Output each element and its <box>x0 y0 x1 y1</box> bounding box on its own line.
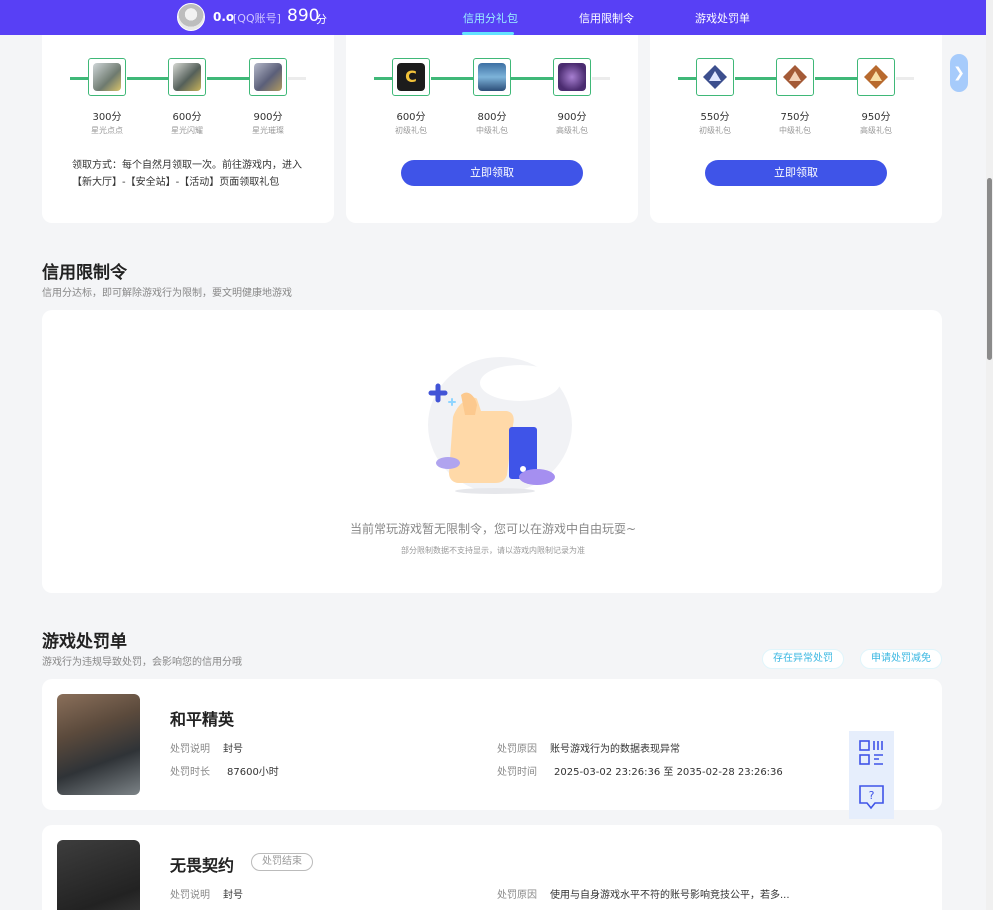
penalty-time-value: 2025-03-02 23:26:36 至 2035-02-28 23:26:3… <box>554 767 783 778</box>
penalty-duration-label: 处罚时长 <box>170 767 210 778</box>
apply-penalty-reduction-button[interactable]: 申请处罚减免 <box>860 649 942 669</box>
penalty-reason-value: 使用与自身游戏水平不符的账号影响竞技公平，若多... <box>550 890 790 901</box>
tier-points: 600分 <box>172 112 202 123</box>
section-subtitle-penalty: 游戏行为违规导致处罚，会影响您的信用分哦 <box>42 657 242 668</box>
gift-item[interactable] <box>857 58 895 96</box>
claim-button[interactable]: 立即领取 <box>401 160 583 186</box>
progress-line <box>592 77 610 80</box>
status-badge: 处罚结束 <box>251 853 313 871</box>
penalty-time-label: 处罚时间 <box>497 767 537 778</box>
progress-line <box>207 77 249 80</box>
gift-item[interactable] <box>696 58 734 96</box>
empty-state-message: 当前常玩游戏暂无限制令，您可以在游戏中自由玩耍~ <box>349 522 637 536</box>
game-cover-image <box>57 694 140 795</box>
gift-item[interactable] <box>553 58 591 96</box>
tab-game-penalty[interactable]: 游戏处罚单 <box>695 10 750 26</box>
claim-instructions: 领取方式：每个自然月领取一次。前往游戏内，进入【新大厅】-【安全站】-【活动】页… <box>72 160 302 188</box>
tier-points: 750分 <box>780 112 810 123</box>
progress-line <box>127 77 168 80</box>
help-button[interactable]: ? <box>849 775 894 819</box>
tier-points: 600分 <box>396 112 426 123</box>
avatar[interactable] <box>177 3 205 31</box>
help-chat-icon: ? <box>859 785 884 810</box>
tier-label: 高级礼包 <box>860 126 892 135</box>
section-title-penalty: 游戏处罚单 <box>42 632 127 652</box>
tier-points: 550分 <box>700 112 730 123</box>
tier-label: 初级礼包 <box>395 126 427 135</box>
gift-item[interactable] <box>168 58 206 96</box>
progress-line <box>896 77 914 80</box>
tab-credit-gift[interactable]: 信用分礼包 <box>463 10 518 26</box>
scrollbar-track[interactable] <box>986 0 993 910</box>
progress-line <box>70 77 88 80</box>
gift-starlight-brilliant-icon <box>254 63 282 91</box>
thumbs-up-illustration <box>428 357 572 494</box>
tier-points: 900分 <box>557 112 587 123</box>
gift-item[interactable] <box>473 58 511 96</box>
gift-item[interactable] <box>249 58 287 96</box>
progress-line <box>511 77 553 80</box>
penalty-reason-label: 处罚原因 <box>497 890 537 901</box>
gift-weapon-skin-icon <box>478 63 506 91</box>
rank-badge-gold-icon <box>864 65 888 89</box>
progress-line <box>815 77 857 80</box>
tier-points: 950分 <box>861 112 891 123</box>
report-abnormal-penalty-button[interactable]: 存在异常处罚 <box>762 649 844 669</box>
tier-label: 星光璀璨 <box>252 126 284 135</box>
progress-line <box>678 77 696 80</box>
progress-line <box>431 77 473 80</box>
penalty-desc-label: 处罚说明 <box>170 890 210 901</box>
tier-points: 300分 <box>92 112 122 123</box>
username: 0.o <box>213 10 235 24</box>
tier-label: 中级礼包 <box>779 126 811 135</box>
gift-item[interactable]: C <box>392 58 430 96</box>
claim-button[interactable]: 立即领取 <box>705 160 887 186</box>
gift-treasure-box-icon <box>558 63 586 91</box>
qr-code-button[interactable] <box>849 731 894 775</box>
tier-points: 800分 <box>477 112 507 123</box>
tier-label: 星光点点 <box>91 126 123 135</box>
game-cover-image <box>57 840 140 910</box>
rank-badge-blue-icon <box>703 65 727 89</box>
chevron-right-icon[interactable]: ❯ <box>950 54 968 92</box>
rank-badge-bronze-icon <box>783 65 807 89</box>
credit-score: 890 <box>287 6 320 26</box>
empty-state-note: 部分限制数据不支持显示，请以游戏内限制记录为准 <box>401 546 585 555</box>
tier-label: 高级礼包 <box>556 126 588 135</box>
gift-item[interactable] <box>88 58 126 96</box>
credit-score-unit: 分 <box>316 13 327 26</box>
tier-label: 星光闪耀 <box>171 126 203 135</box>
gift-item[interactable] <box>776 58 814 96</box>
penalty-reason-label: 处罚原因 <box>497 744 537 755</box>
penalty-duration-value: 87600小时 <box>227 767 279 778</box>
tier-points: 900分 <box>253 112 283 123</box>
gift-starlight-shine-icon <box>173 63 201 91</box>
penalty-reason-value: 账号游戏行为的数据表现异常 <box>550 744 680 755</box>
gift-starlight-dot-icon <box>93 63 121 91</box>
progress-line <box>288 77 306 80</box>
svg-text:?: ? <box>869 789 875 802</box>
top-nav: 0.o [QQ账号] 890 分 信用分礼包 信用限制令 游戏处罚单 <box>0 0 986 35</box>
tab-credit-limit[interactable]: 信用限制令 <box>579 10 634 26</box>
progress-line <box>735 77 776 80</box>
section-title-limit: 信用限制令 <box>42 263 127 283</box>
tier-label: 初级礼包 <box>699 126 731 135</box>
penalty-desc-value: 封号 <box>223 890 243 901</box>
qr-code-icon <box>859 740 883 765</box>
account-type: [QQ账号] <box>233 12 281 25</box>
section-subtitle-limit: 信用分达标，即可解除游戏行为限制，要文明健康地游戏 <box>42 288 292 299</box>
penalty-desc-value: 封号 <box>223 744 243 755</box>
scrollbar-thumb[interactable] <box>987 178 992 360</box>
game-title: 和平精英 <box>170 710 235 729</box>
gift-c-badge-icon: C <box>397 63 425 91</box>
penalty-desc-label: 处罚说明 <box>170 744 210 755</box>
tier-label: 中级礼包 <box>476 126 508 135</box>
progress-line <box>374 77 392 80</box>
game-title: 无畏契约 <box>170 856 235 875</box>
